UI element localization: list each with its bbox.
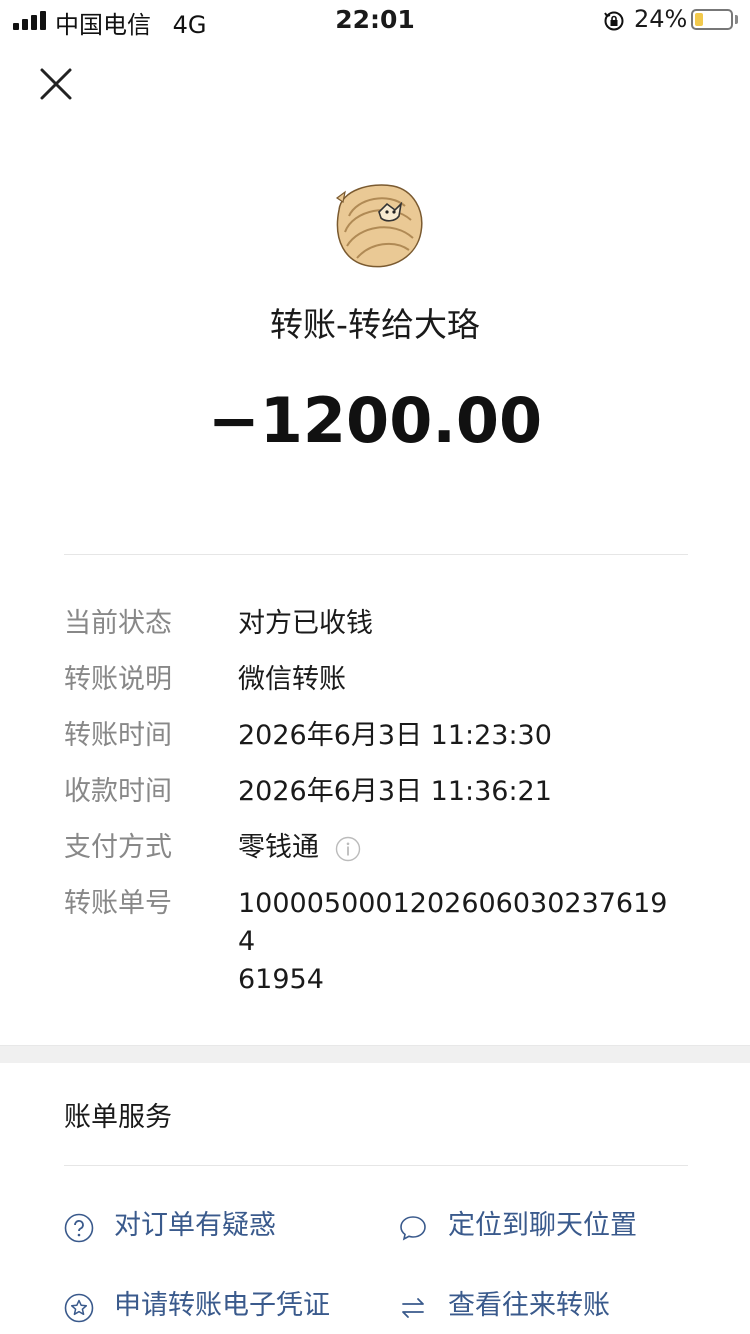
battery-nub — [735, 15, 738, 24]
status-bar: 中国电信 4G 22:01 24% — [0, 0, 750, 40]
locate-chat-label: 定位到聊天位置 — [448, 1210, 637, 1241]
transfer-details: 当前状态 对方已收钱 转账说明 微信转账 转账时间 2026年6月3日 11:2… — [64, 605, 704, 995]
order-number-line-1: 10000500012026060302376194 — [238, 888, 668, 957]
e-voucher-label: 申请转账电子凭证 — [114, 1290, 330, 1321]
avatar — [335, 184, 423, 268]
services-title: 账单服务 — [64, 1102, 172, 1133]
detail-label: 转账单号 — [64, 888, 172, 919]
detail-value: 对方已收钱 — [238, 608, 373, 639]
close-icon[interactable] — [36, 64, 76, 104]
transfer-history-label: 查看往来转账 — [448, 1290, 610, 1321]
detail-label: 转账说明 — [64, 664, 172, 695]
detail-label: 收款时间 — [64, 776, 172, 807]
detail-row-note: 转账说明 微信转账 — [64, 661, 704, 717]
detail-row-order-no: 转账单号 10000500012026060302376194 61954 — [64, 885, 704, 995]
detail-label: 转账时间 — [64, 720, 172, 751]
detail-value: 2026年6月3日 11:23:30 — [238, 720, 552, 751]
transfer-amount: −1200.00 — [207, 384, 543, 457]
detail-value: 微信转账 — [238, 664, 346, 695]
battery-icon — [691, 9, 733, 30]
divider — [64, 1165, 688, 1166]
detail-value-wrap: 零钱通 — [238, 829, 678, 867]
section-separator — [0, 1045, 750, 1063]
order-number-line-2: 61954 — [238, 964, 324, 995]
detail-row-receive-time: 收款时间 2026年6月3日 11:36:21 — [64, 773, 704, 829]
question-circle-icon — [64, 1213, 94, 1243]
exchange-arrows-icon — [402, 1298, 424, 1318]
payment-method-value: 零钱通 — [238, 832, 319, 863]
detail-row-status: 当前状态 对方已收钱 — [64, 605, 704, 661]
detail-label: 支付方式 — [64, 832, 172, 863]
star-badge-icon — [64, 1293, 94, 1323]
order-number: 10000500012026060302376194 61954 — [238, 885, 678, 999]
detail-value: 2026年6月3日 11:36:21 — [238, 776, 552, 807]
battery-percent: 24% — [634, 5, 688, 33]
info-icon[interactable] — [335, 836, 361, 862]
detail-row-payment-method: 支付方式 零钱通 — [64, 829, 704, 885]
divider — [64, 554, 688, 555]
rotation-lock-icon — [604, 11, 624, 31]
chat-bubble-icon — [400, 1216, 426, 1241]
order-question-label: 对订单有疑惑 — [114, 1210, 276, 1241]
detail-row-transfer-time: 转账时间 2026年6月3日 11:23:30 — [64, 717, 704, 773]
transfer-title: 转账-转给大珞 — [270, 305, 480, 344]
detail-label: 当前状态 — [64, 608, 172, 639]
